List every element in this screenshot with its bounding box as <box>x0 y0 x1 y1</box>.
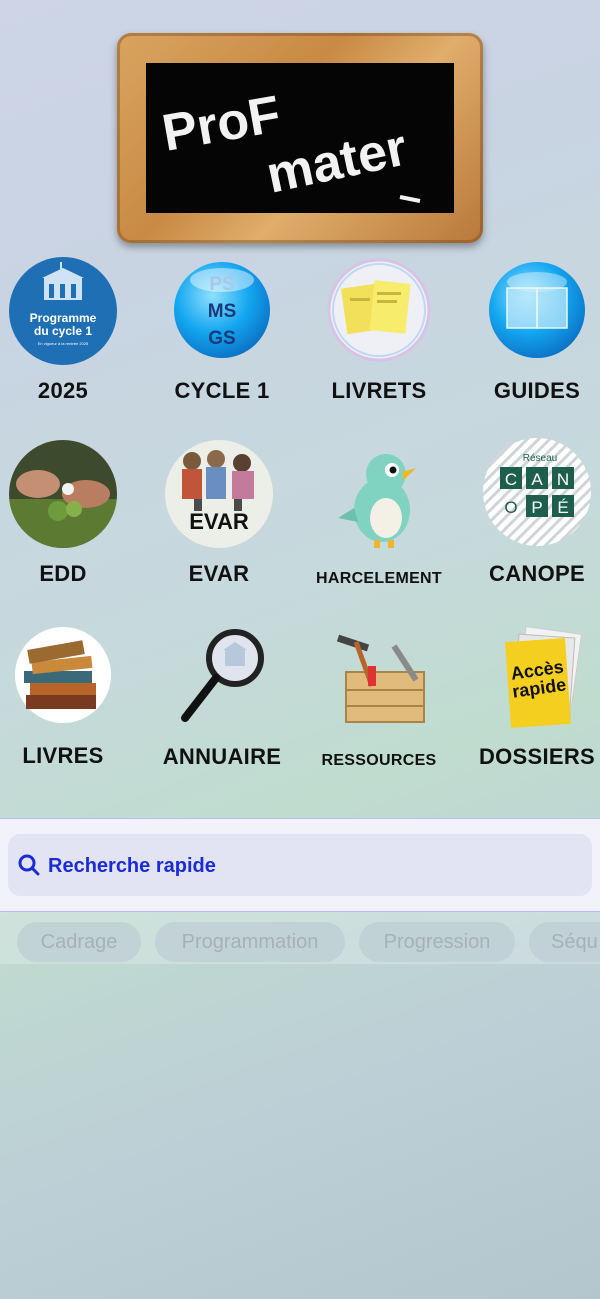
quick-access-folder-icon: Accès rapide <box>505 626 583 728</box>
tile-label: DOSSIERS <box>478 744 596 769</box>
tile-label: CYCLE 1 <box>174 378 270 403</box>
tile-edd[interactable]: EDD <box>0 439 138 609</box>
tile-ressources[interactable]: RESSOURCES <box>304 626 454 796</box>
svg-text:C: C <box>505 470 517 489</box>
svg-text:EVAR: EVAR <box>189 509 249 534</box>
svg-text:N: N <box>557 470 569 489</box>
tile-label: EDD <box>39 561 87 586</box>
bird-mascot-icon <box>338 454 416 548</box>
tile-dossiers[interactable]: Accès rapide DOSSIERS <box>462 626 600 796</box>
app-logo: ProF mater <box>158 85 421 205</box>
tile-harcelement[interactable]: HARCELEMENT <box>304 448 454 618</box>
search-bar-container: Recherche rapide <box>0 818 600 912</box>
cycle1-bubble-icon: PS MS GS <box>174 262 270 358</box>
svg-text:MS: MS <box>208 301 237 322</box>
search-input[interactable]: Recherche rapide <box>8 834 592 896</box>
app-logo-frame: ProF mater <box>117 33 483 243</box>
toolbox-icon <box>336 634 425 723</box>
search-placeholder: Recherche rapide <box>48 855 216 877</box>
tile-canope[interactable]: Réseau C A N O P É CANOPE <box>462 437 600 607</box>
tile-cycle1[interactable]: PS MS GS CYCLE 1 <box>147 260 297 430</box>
programme-cycle1-icon: Programme du cycle 1 En vigueur à la ren… <box>9 257 117 365</box>
svg-text:Programme: Programme <box>30 311 97 325</box>
tile-label: EVAR <box>188 561 250 586</box>
tile-livres[interactable]: LIVRES <box>0 625 138 795</box>
chip-sequence[interactable]: Séqu <box>529 922 600 962</box>
tile-label: HARCELEMENT <box>316 570 442 587</box>
tile-label: CANOPE <box>489 561 585 586</box>
chip-cadrage[interactable]: Cadrage <box>17 922 141 962</box>
livrets-bubble-icon <box>327 258 431 362</box>
chip-progression[interactable]: Progression <box>359 922 515 962</box>
chalkboard: ProF mater <box>146 63 454 213</box>
svg-text:PS: PS <box>209 274 234 295</box>
tile-guides[interactable]: GUIDES <box>462 260 600 430</box>
chip-programmation[interactable]: Programmation <box>155 922 345 962</box>
magnifier-icon <box>181 629 264 722</box>
svg-text:du cycle 1: du cycle 1 <box>34 324 92 338</box>
tile-evar[interactable]: EVAR EVAR <box>144 439 294 609</box>
canope-logo-icon: Réseau C A N O P É <box>483 438 591 546</box>
svg-text:O: O <box>504 498 517 517</box>
tile-label: 2025 <box>37 378 89 403</box>
edd-photo-icon <box>9 440 117 548</box>
tile-label: RESSOURCES <box>321 752 437 769</box>
guides-bubble-icon <box>489 262 585 358</box>
tile-2025[interactable]: Programme du cycle 1 En vigueur à la ren… <box>0 256 138 426</box>
svg-text:En vigueur à la rentrée 2025: En vigueur à la rentrée 2025 <box>38 341 89 346</box>
search-icon <box>18 854 40 876</box>
tile-label: LIVRETS <box>331 378 427 403</box>
filter-chips: Cadrage Programmation Progression Séqu <box>0 912 600 964</box>
svg-text:GS: GS <box>208 328 235 349</box>
tile-label: GUIDES <box>493 378 581 403</box>
tile-label: ANNUAIRE <box>162 744 282 769</box>
svg-text:Réseau: Réseau <box>523 453 557 464</box>
svg-text:A: A <box>531 470 543 489</box>
logo-line2: mater <box>261 119 412 205</box>
svg-text:É: É <box>557 498 568 517</box>
tile-livrets[interactable]: LIVRETS <box>304 258 454 428</box>
evar-drawing-icon: EVAR <box>165 440 273 548</box>
tile-annuaire[interactable]: ANNUAIRE <box>147 628 297 798</box>
svg-text:P: P <box>531 498 542 517</box>
books-icon <box>15 627 111 723</box>
tile-label: LIVRES <box>22 743 104 768</box>
